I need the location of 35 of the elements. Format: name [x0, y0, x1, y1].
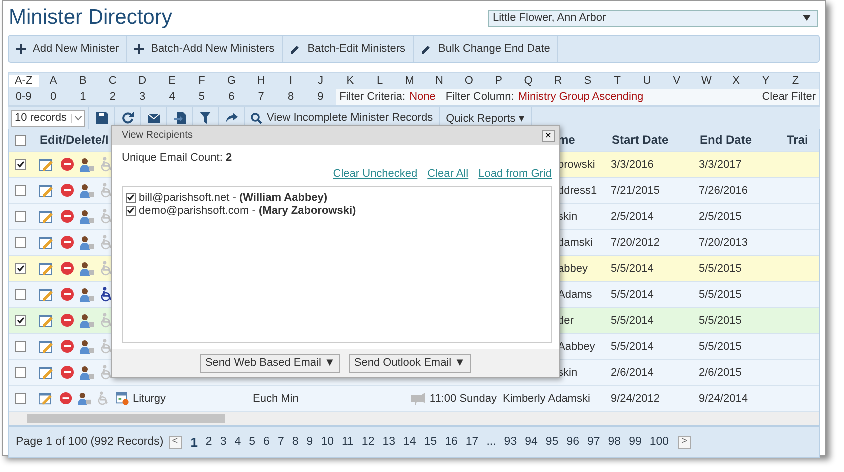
filter-value: None	[410, 91, 436, 103]
table-cell-text: 5/5/2015	[698, 314, 743, 326]
table-cell-text: 7/20/2012	[610, 236, 661, 248]
table-cell-text: 7/20/2013	[698, 236, 749, 248]
table-cell-text: 5/5/2015	[698, 340, 743, 352]
table-cell-text: 7/26/2016	[698, 184, 749, 196]
page-title: Minister Directory	[8, 6, 172, 30]
filter-label: Filter Criteria:	[340, 91, 406, 103]
table-cell-text: 5/5/2014	[610, 262, 655, 274]
email-count: Unique Email Count: 2	[122, 152, 234, 164]
dialog-title: View Recipients	[122, 130, 193, 141]
recipient-entry: bill@parishsoft.net - (William Aabbey)	[139, 192, 328, 204]
table-cell-text: 5/5/2014	[610, 288, 655, 300]
table-cell-text: 3/3/2017	[698, 158, 743, 170]
table-cell-text: 2/5/2014	[610, 210, 655, 222]
table-cell-text: 3/3/2016	[610, 158, 655, 170]
table-cell-text: Aabbey	[557, 340, 596, 352]
page-summary: Page 1 of 100 (992 Records)	[16, 436, 164, 448]
table-cell-text: 7/21/2015	[610, 184, 661, 196]
filter-label: Filter Column:	[446, 91, 514, 103]
table-cell-text: 5/5/2015	[698, 262, 743, 274]
table-cell-text: 5/5/2015	[698, 288, 743, 300]
table-cell-text: 2/6/2015	[698, 366, 743, 378]
table-cell-text: 2/6/2014	[610, 366, 655, 378]
table-cell-text: 2/5/2015	[698, 210, 743, 222]
table-cell-text: 5/5/2014	[610, 340, 655, 352]
recipient-entry: demo@parishsoft.com - (Mary Zaborowski)	[139, 204, 356, 216]
table-cell-text: 5/5/2014	[610, 314, 655, 326]
table-cell-text: 9/24/2012	[610, 392, 661, 404]
table-cell-text: Kimberly Adamski	[502, 392, 592, 404]
filter-value: Ministry Group Ascending	[518, 91, 644, 103]
table-cell-text: Euch Min	[252, 392, 300, 404]
table-cell-text: Liturgy	[132, 392, 168, 404]
table-cell: 11:00 Sunday	[430, 392, 497, 404]
table-cell-text: 9/24/2014	[698, 392, 749, 404]
